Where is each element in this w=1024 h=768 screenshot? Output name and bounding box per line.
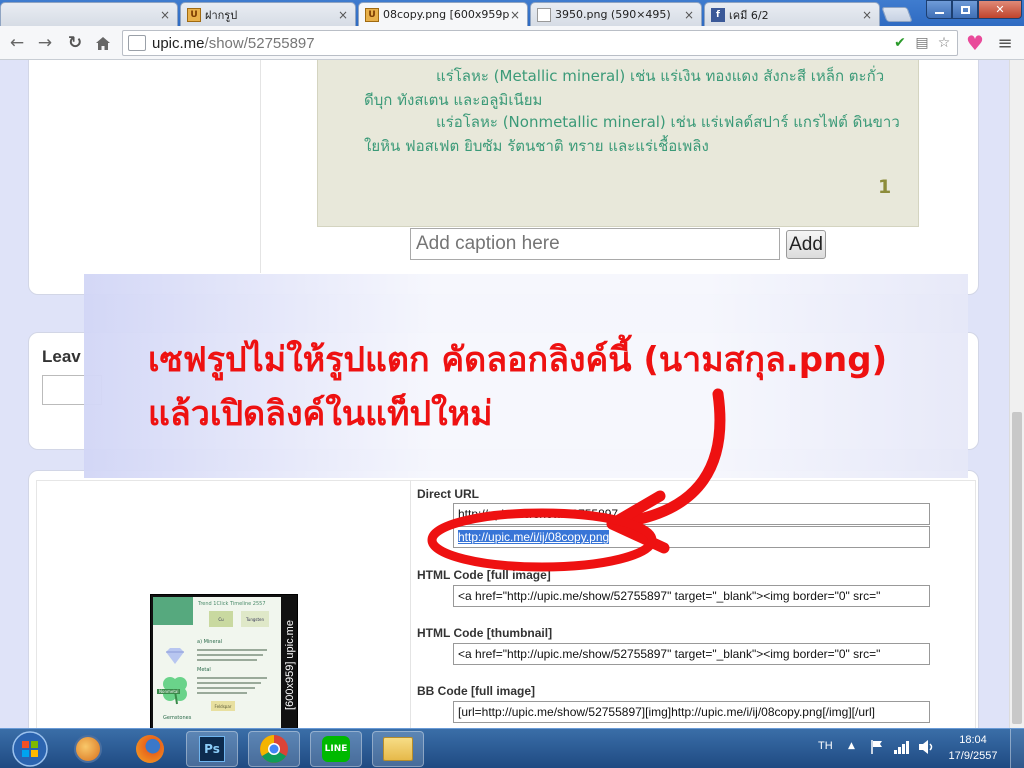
address-bar[interactable]: upic.me/show/52755897 ✔ ▤ ☆ [122,30,958,56]
tab-label: 08copy.png [600x959p [383,8,509,21]
back-button[interactable]: ← [6,32,28,54]
tab-facebook[interactable]: f เคมี 6/2 × [704,2,880,26]
scrollbar-thumb[interactable] [1012,412,1022,724]
forward-button[interactable]: → [34,32,56,54]
url-path: /show/52755897 [204,34,315,52]
upic-favicon-icon: U [187,7,201,22]
windows-taskbar: Ps LINE TH ▲ 18:04 17/9/2557 [0,728,1024,768]
clock-time[interactable]: 18:04 [944,734,1002,746]
show-desktop-button[interactable] [1010,729,1024,768]
close-window-icon: ✕ [995,3,1005,16]
new-tab-button[interactable] [881,7,913,22]
volume-icon[interactable] [918,739,936,755]
close-icon[interactable]: × [159,8,171,22]
restore-icon [960,5,970,14]
upic-favicon-icon: U [365,7,379,22]
check-icon[interactable]: ✔ [891,34,909,52]
tray-expand-icon[interactable]: ▲ [848,741,855,751]
taskbar-line[interactable]: LINE [310,731,362,767]
tab-strip: × U ฝากรูป × U 08copy.png [600x959p × 39… [0,0,1024,26]
page-action-icon[interactable]: ▤ [913,34,931,52]
close-window-button[interactable]: ✕ [978,0,1022,19]
restore-button[interactable] [952,0,978,19]
heart-extension-icon[interactable]: ♥ [964,31,986,55]
tab-upload[interactable]: U ฝากรูป × [180,2,356,26]
close-icon[interactable]: × [509,8,521,22]
url-host: upic.me [152,34,205,52]
windows-start-icon [12,731,48,767]
reload-button[interactable]: ↻ [64,32,86,54]
taskbar-firefox[interactable] [124,731,176,767]
line-app-icon: LINE [322,736,350,762]
minimize-icon [934,11,944,14]
forward-arrow-icon: → [37,33,53,53]
tab-blank[interactable]: × [0,2,178,26]
language-indicator[interactable]: TH [818,740,833,752]
star-icon[interactable]: ☆ [935,34,953,52]
minimize-button[interactable] [926,0,952,19]
page-content: แร่โลหะ (Metallic mineral) เช่น แร่เงิน … [0,60,1009,728]
chrome-icon [260,735,288,763]
orb-app-icon [74,735,102,763]
tab-08copy[interactable]: U 08copy.png [600x959p × [358,2,528,26]
flag-icon[interactable] [870,739,884,755]
taskbar-orb-app[interactable] [62,731,114,767]
clock-date[interactable]: 17/9/2557 [944,750,1002,762]
annotation-overlay [427,388,726,572]
tab-label: ฝากรูป [205,8,238,22]
close-icon[interactable]: × [861,8,873,22]
home-button[interactable] [92,32,114,54]
folder-icon [383,737,413,761]
close-icon[interactable]: × [337,8,349,22]
close-icon[interactable]: × [683,8,695,22]
tab-3950[interactable]: 3950.png (590×495) × [530,2,702,26]
annotation-circle [427,508,657,572]
home-icon [96,36,110,50]
page-icon [537,7,551,22]
photoshop-icon: Ps [199,736,225,762]
firefox-icon [136,735,164,763]
page-icon [128,35,146,51]
browser-toolbar: ← → ↻ upic.me/show/52755897 ✔ ▤ ☆ ♥ ≡ [0,26,1024,60]
url-text[interactable]: upic.me/show/52755897 [152,35,891,52]
taskbar-explorer[interactable] [372,731,424,767]
facebook-icon: f [711,7,725,22]
menu-icon[interactable]: ≡ [994,32,1016,54]
tab-label: 3950.png (590×495) [555,8,671,21]
back-arrow-icon: ← [9,33,25,53]
network-icon[interactable] [893,739,911,755]
start-button[interactable] [6,730,54,768]
page-scrollbar[interactable] [1009,60,1024,728]
taskbar-photoshop[interactable]: Ps [186,731,238,767]
reload-icon: ↻ [67,33,83,53]
taskbar-chrome[interactable] [248,731,300,767]
tab-label: เคมี 6/2 [729,8,769,22]
